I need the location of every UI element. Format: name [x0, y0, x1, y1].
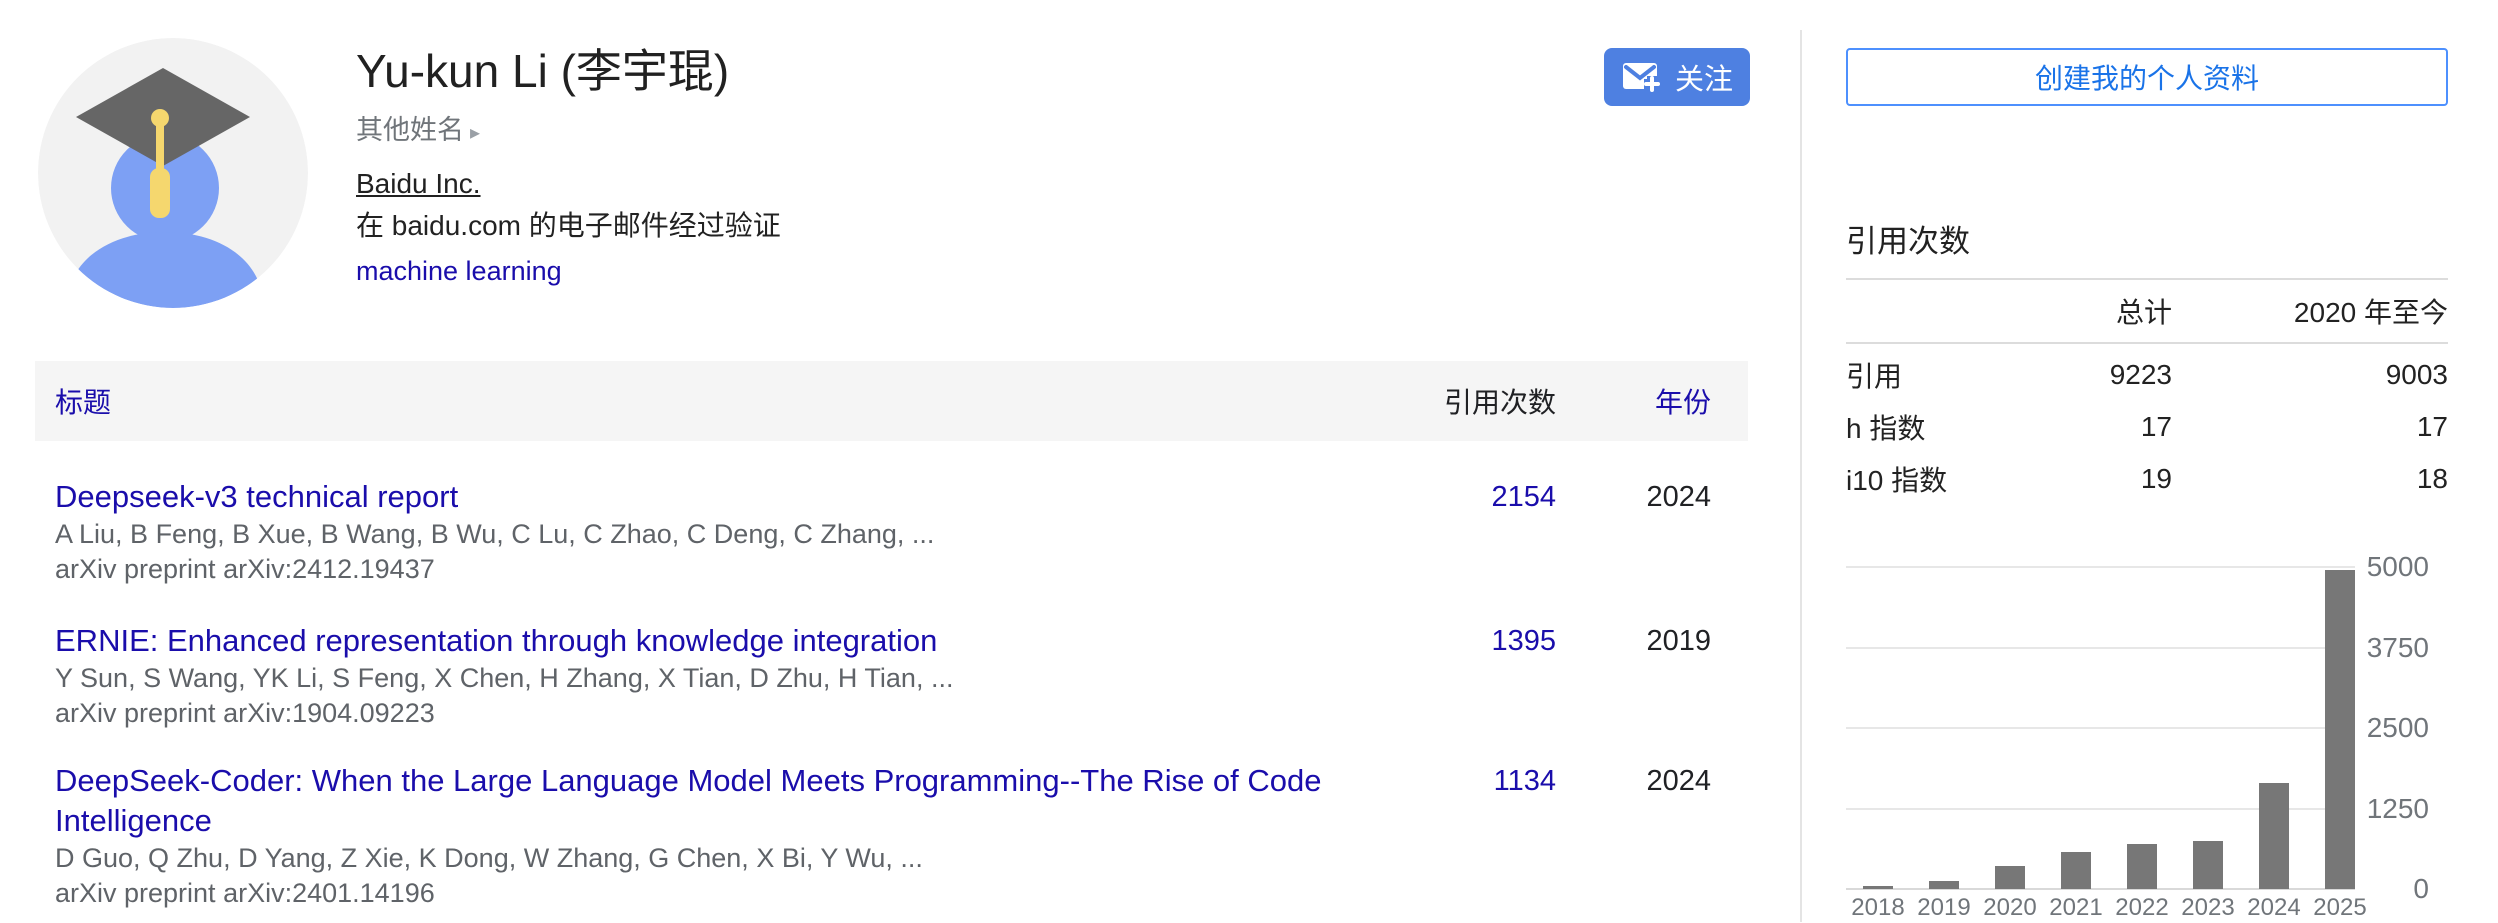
follow-button[interactable]: 关注	[1604, 48, 1750, 106]
chart-gridline	[1846, 647, 2355, 649]
chart-ytick-label: 2500	[2357, 713, 2429, 743]
chart-xtick-label[interactable]: 2019	[1911, 893, 1977, 923]
articles-table: 标题 引用次数 年份 Deepseek-v3 technical report …	[35, 361, 1748, 911]
stats-row-i10-index: i10 指数 19 18	[1846, 458, 2448, 500]
article-year: 2019	[1556, 621, 1711, 661]
article-venue: arXiv preprint arXiv:2401.14196	[55, 876, 1436, 911]
chart-xtick-label[interactable]: 2022	[2109, 893, 2175, 923]
avatar	[38, 38, 308, 308]
citation-stats-table: 总计 2020 年至今 引用 9223 9003 h 指数 17 17 i10 …	[1846, 278, 2448, 500]
articles-header-row: 标题 引用次数 年份	[35, 361, 1748, 441]
stats-header-row: 总计 2020 年至今	[1846, 280, 2448, 344]
envelope-add-icon	[1621, 59, 1663, 95]
chart-xtick-label[interactable]: 2024	[2241, 893, 2307, 923]
article-row: ERNIE: Enhanced representation through k…	[35, 621, 1748, 731]
create-profile-label: 创建我的个人资料	[2035, 57, 2259, 97]
verified-email-text: 在 baidu.com 的电子邮件经过验证	[356, 206, 781, 246]
page-title: Yu-kun Li (李宇琨)	[356, 42, 729, 100]
stats-row-citations: 引用 9223 9003	[1846, 354, 2448, 396]
sort-by-title-header[interactable]: 标题	[55, 381, 1436, 421]
chart-bar-2025[interactable]	[2325, 570, 2355, 889]
chevron-right-icon: ▸	[470, 122, 480, 144]
chart-bar-2022[interactable]	[2127, 844, 2157, 889]
stats-row-h-index: h 指数 17 17	[1846, 406, 2448, 448]
article-authors: Y Sun, S Wang, YK Li, S Feng, X Chen, H …	[55, 661, 1436, 696]
stats-value-since: 17	[2172, 411, 2448, 443]
chart-xtick-label[interactable]: 2023	[2175, 893, 2241, 923]
column-divider	[1800, 30, 1802, 922]
article-title-link[interactable]: DeepSeek-Coder: When the Large Language …	[55, 761, 1385, 841]
other-names-label: 其他姓名	[356, 115, 464, 145]
stats-value-all: 17	[2046, 411, 2172, 443]
sort-by-citations-header[interactable]: 引用次数	[1436, 381, 1556, 421]
stats-row-label: i10 指数	[1846, 459, 2046, 499]
stats-value-all: 19	[2046, 463, 2172, 495]
chart-gridline	[1846, 727, 2355, 729]
article-year: 2024	[1556, 477, 1711, 517]
stats-value-since: 9003	[2172, 359, 2448, 391]
stats-value-all: 9223	[2046, 359, 2172, 391]
chart-ytick-label: 1250	[2357, 794, 2429, 824]
article-title-link[interactable]: ERNIE: Enhanced representation through k…	[55, 621, 1385, 661]
chart-bar-2021[interactable]	[2061, 852, 2091, 889]
article-venue: arXiv preprint arXiv:2412.19437	[55, 552, 1436, 587]
chart-bar-2023[interactable]	[2193, 841, 2223, 889]
chart-ytick-label: 3750	[2357, 633, 2429, 663]
article-authors: D Guo, Q Zhu, D Yang, Z Xie, K Dong, W Z…	[55, 841, 1436, 876]
chart-ytick-label: 5000	[2357, 552, 2429, 582]
chart-xtick-label[interactable]: 2021	[2043, 893, 2109, 923]
stats-col-all: 总计	[2046, 291, 2172, 331]
chart-bar-2018[interactable]	[1863, 886, 1893, 889]
article-row: DeepSeek-Coder: When the Large Language …	[35, 761, 1748, 911]
citations-chart-plot	[1846, 567, 2355, 889]
chart-xtick-label[interactable]: 2018	[1845, 893, 1911, 923]
stats-row-label: 引用	[1846, 355, 2046, 395]
article-row: Deepseek-v3 technical report A Liu, B Fe…	[35, 477, 1748, 587]
graduate-avatar-icon	[38, 38, 308, 308]
other-names-toggle[interactable]: 其他姓名 ▸	[356, 108, 480, 147]
chart-xtick-label[interactable]: 2025	[2307, 893, 2373, 923]
citations-heading: 引用次数	[1846, 216, 1970, 261]
chart-xtick-label[interactable]: 2020	[1977, 893, 2043, 923]
create-profile-button[interactable]: 创建我的个人资料	[1846, 48, 2448, 106]
article-venue: arXiv preprint arXiv:1904.09223	[55, 696, 1436, 731]
chart-bar-2020[interactable]	[1995, 866, 2025, 889]
affiliation-line: Baidu Inc.	[356, 164, 481, 204]
interest-link[interactable]: machine learning	[356, 256, 562, 286]
chart-gridline	[1846, 566, 2355, 568]
sort-by-year-header[interactable]: 年份	[1556, 381, 1711, 421]
article-cited-by-link[interactable]: 2154	[1436, 477, 1556, 517]
article-authors: A Liu, B Feng, B Xue, B Wang, B Wu, C Lu…	[55, 517, 1436, 552]
article-cited-by-link[interactable]: 1134	[1436, 761, 1556, 801]
interests-row: machine learning	[356, 256, 562, 287]
article-title-link[interactable]: Deepseek-v3 technical report	[55, 477, 1385, 517]
chart-bar-2024[interactable]	[2259, 783, 2289, 889]
article-year: 2024	[1556, 761, 1711, 801]
stats-col-since: 2020 年至今	[2172, 291, 2448, 331]
chart-bar-2019[interactable]	[1929, 881, 1959, 889]
affiliation-link[interactable]: Baidu Inc.	[356, 168, 481, 199]
stats-value-since: 18	[2172, 463, 2448, 495]
stats-row-label: h 指数	[1846, 407, 2046, 447]
follow-button-label: 关注	[1675, 56, 1733, 98]
article-cited-by-link[interactable]: 1395	[1436, 621, 1556, 661]
